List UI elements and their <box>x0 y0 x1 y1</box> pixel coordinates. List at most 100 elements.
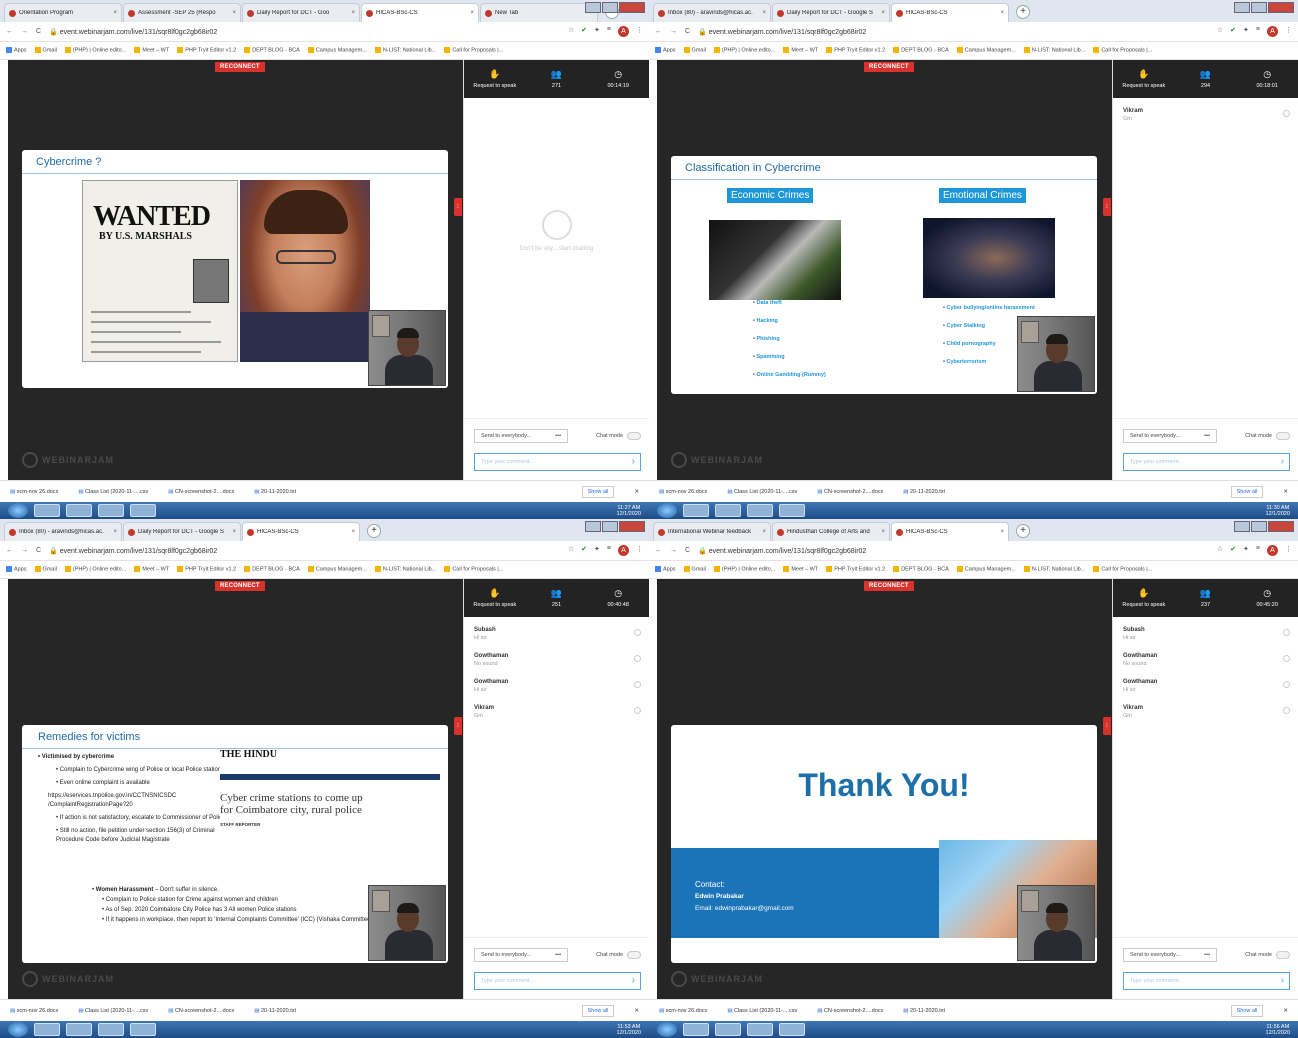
tab-close-icon[interactable]: × <box>113 529 117 535</box>
star-icon[interactable]: ☆ <box>568 545 574 556</box>
download-item[interactable]: 20-11-2020.txt <box>254 1008 296 1014</box>
check-extension-icon[interactable]: ✔ <box>581 26 587 37</box>
start-button[interactable] <box>657 1022 677 1037</box>
chat-mode-toggle[interactable]: Chat mode <box>1245 948 1290 962</box>
download-item[interactable]: Class List (2020-11-....csv <box>727 489 797 495</box>
download-item[interactable]: CN-screenshot-2....docx <box>168 489 234 495</box>
send-arrow-icon[interactable]: › <box>1281 456 1284 467</box>
download-item[interactable]: CN-screenshot-2....docx <box>168 1008 234 1014</box>
send-to-select[interactable]: Send to everybody... ••• <box>474 429 568 443</box>
taskbar-chrome[interactable] <box>98 1023 124 1036</box>
bookmark-item[interactable]: Gmail <box>683 566 706 573</box>
chat-mode-toggle[interactable]: Chat mode <box>1245 429 1290 443</box>
bookmark-item[interactable]: Gmail <box>683 47 706 54</box>
reply-icon[interactable] <box>1283 681 1290 688</box>
browser-tab[interactable]: Inbox (80) - aravinds@hicas.ac. × <box>4 522 122 541</box>
taskbar-app[interactable] <box>130 504 156 517</box>
maximize-button[interactable] <box>602 521 618 532</box>
bookmark-item[interactable]: Call for Proposals |... <box>444 47 503 54</box>
reply-icon[interactable] <box>1283 110 1290 117</box>
playlist-icon[interactable]: ≡ <box>1256 545 1260 556</box>
new-tab-button[interactable]: + <box>367 524 381 538</box>
collapse-chat-handle[interactable]: ⁝ <box>1103 198 1111 216</box>
taskbar-app[interactable] <box>779 504 805 517</box>
bookmark-item[interactable]: Call for Proposals |... <box>444 566 503 573</box>
tab-close-icon[interactable]: × <box>351 529 355 535</box>
reply-icon[interactable] <box>634 707 641 714</box>
download-item[interactable]: scm-nov 26.docx <box>659 489 708 495</box>
request-to-speak-button[interactable]: ✋ Request to speak <box>1113 579 1175 617</box>
check-extension-icon[interactable]: ✔ <box>1230 26 1236 37</box>
comment-input[interactable]: Type your comment... › <box>474 453 641 471</box>
puzzle-icon[interactable]: ✦ <box>1243 545 1249 556</box>
close-window-button[interactable] <box>1268 2 1294 13</box>
browser-tab[interactable]: Inbox (80) - aravinds@hicas.ac. × <box>653 3 771 22</box>
browser-tab[interactable]: New Tab × <box>480 3 598 22</box>
check-extension-icon[interactable]: ✔ <box>581 545 587 556</box>
show-all-button[interactable]: Show all <box>581 1004 615 1017</box>
download-item[interactable]: scm-nov 26.docx <box>659 1008 708 1014</box>
taskbar-media[interactable] <box>66 504 92 517</box>
request-to-speak-button[interactable]: ✋ Request to speak <box>464 60 526 98</box>
system-clock[interactable]: 11:27 AM 12/1/2020 <box>617 505 641 517</box>
chat-mode-toggle[interactable]: Chat mode <box>596 429 641 443</box>
puzzle-icon[interactable]: ✦ <box>594 26 600 37</box>
close-window-button[interactable] <box>1268 521 1294 532</box>
taskbar-chrome[interactable] <box>98 504 124 517</box>
menu-icon[interactable]: ⋮ <box>636 545 643 556</box>
browser-tab[interactable]: Daily Report for DCT - Google S × <box>123 522 241 541</box>
playlist-icon[interactable]: ≡ <box>1256 26 1260 37</box>
bookmark-item[interactable]: (PHP) | Online edito... <box>64 47 126 54</box>
bookmark-item[interactable]: Meet – WT <box>783 47 818 54</box>
tab-close-icon[interactable]: × <box>1000 10 1004 16</box>
tab-close-icon[interactable]: × <box>351 10 355 16</box>
bookmark-item[interactable]: Meet – WT <box>783 566 818 573</box>
download-item[interactable]: CN-screenshot-2....docx <box>817 1008 883 1014</box>
reload-icon[interactable]: C <box>685 28 690 35</box>
reply-icon[interactable] <box>1283 629 1290 636</box>
reload-icon[interactable]: C <box>685 547 690 554</box>
toggle-switch[interactable] <box>1276 951 1290 959</box>
taskbar-chrome[interactable] <box>747 504 773 517</box>
taskbar-media[interactable] <box>66 1023 92 1036</box>
system-clock[interactable]: 11:30 AM 12/1/2020 <box>1266 505 1290 517</box>
back-icon[interactable]: ← <box>6 547 13 554</box>
maximize-button[interactable] <box>1251 2 1267 13</box>
tab-close-icon[interactable]: × <box>762 529 766 535</box>
reply-icon[interactable] <box>1283 707 1290 714</box>
bookmark-item[interactable]: DEPT BLOG - BCA <box>893 47 949 54</box>
bookmark-item[interactable]: Gmail <box>34 47 57 54</box>
tab-close-icon[interactable]: × <box>881 529 885 535</box>
browser-tab[interactable]: HICAS-BSc-CS × <box>891 3 1009 22</box>
browser-tab[interactable]: Daily Report for DCT - Google S × <box>772 3 890 22</box>
bookmark-item[interactable]: PHP Tryit Editor v1.2 <box>826 566 885 573</box>
bookmark-item[interactable]: N-LIST: National Lib... <box>374 566 436 573</box>
download-item[interactable]: scm-nov 26.docx <box>10 489 59 495</box>
download-item[interactable]: Class List (2020-11-....csv <box>78 489 148 495</box>
download-item[interactable]: Class List (2020-11-....csv <box>727 1008 797 1014</box>
new-tab-button[interactable]: + <box>1016 5 1030 19</box>
reply-icon[interactable] <box>634 629 641 636</box>
browser-tab[interactable]: International Webinar feedback × <box>653 522 771 541</box>
apps-shortcut[interactable]: Apps <box>655 566 676 573</box>
reconnect-button[interactable]: RECONNECT <box>215 62 265 72</box>
download-item[interactable]: CN-screenshot-2....docx <box>817 489 883 495</box>
puzzle-icon[interactable]: ✦ <box>1243 26 1249 37</box>
bookmark-item[interactable]: Campus Managem... <box>956 47 1016 54</box>
show-all-button[interactable]: Show all <box>1230 1004 1264 1017</box>
taskbar-media[interactable] <box>715 504 741 517</box>
comment-input[interactable]: Type your comment... › <box>1123 453 1290 471</box>
check-extension-icon[interactable]: ✔ <box>1230 545 1236 556</box>
bookmark-item[interactable]: (PHP) | Online edito... <box>713 47 775 54</box>
star-icon[interactable]: ☆ <box>1217 26 1223 37</box>
reconnect-button[interactable]: RECONNECT <box>864 581 914 591</box>
reply-icon[interactable] <box>1283 655 1290 662</box>
minimize-button[interactable] <box>585 521 601 532</box>
bookmark-item[interactable]: PHP Tryit Editor v1.2 <box>826 47 885 54</box>
browser-tab[interactable]: Daily Report for DCT - Goo × <box>242 3 360 22</box>
bookmark-item[interactable]: (PHP) | Online edito... <box>713 566 775 573</box>
back-icon[interactable]: ← <box>655 28 662 35</box>
apps-shortcut[interactable]: Apps <box>6 566 27 573</box>
collapse-chat-handle[interactable]: ⁝ <box>1103 717 1111 735</box>
playlist-icon[interactable]: ≡ <box>607 26 611 37</box>
